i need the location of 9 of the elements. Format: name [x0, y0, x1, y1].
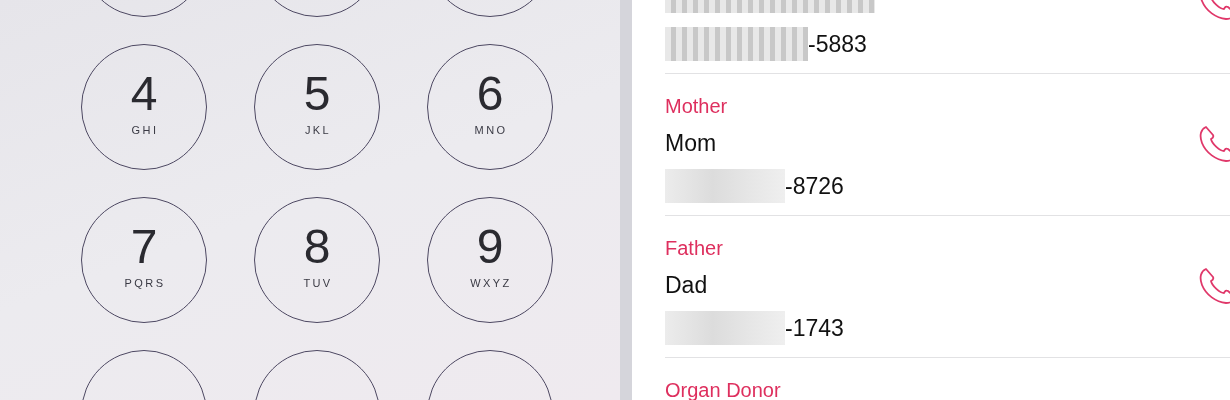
phone-number: -5883: [808, 30, 867, 58]
relation-label: Father: [665, 236, 723, 261]
phone-number: -1743: [785, 314, 844, 342]
contact-name: Dad: [665, 271, 708, 300]
contact-name: Mom: [665, 129, 717, 158]
phone-icon[interactable]: [1198, 265, 1230, 305]
phone-icon[interactable]: [1198, 123, 1230, 163]
relation-label: Mother: [665, 94, 728, 119]
phone-number: -8726: [785, 172, 844, 200]
